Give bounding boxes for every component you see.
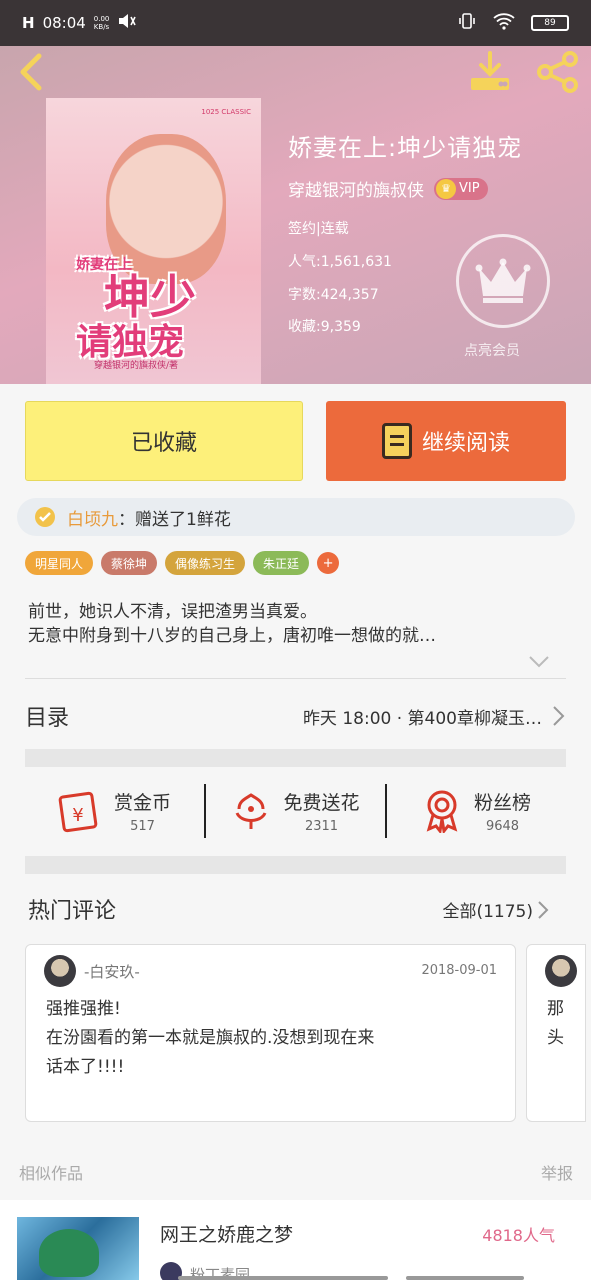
stat-value: 517 <box>130 819 155 834</box>
share-button[interactable] <box>534 48 582 96</box>
stat-label: 免费送花 <box>283 792 360 814</box>
status-bar: H 08:04 0.00 KB/s 89 <box>0 0 591 46</box>
reward-coins-button[interactable]: ¥ 赏金币 517 <box>25 788 204 834</box>
more-tags-button[interactable]: + <box>317 552 340 574</box>
favorite-button[interactable]: 已收藏 <box>25 401 303 481</box>
medal-icon <box>426 790 458 833</box>
crown-icon <box>475 258 531 303</box>
back-button[interactable] <box>8 48 56 96</box>
comment-card[interactable]: 那 头 <box>526 944 586 1122</box>
similar-popularity: 4818人气 <box>482 1226 555 1245</box>
comment-line: 话本了!!!! <box>46 1057 125 1077</box>
similar-cover <box>17 1217 139 1280</box>
book-cover[interactable]: 1025 CLASSIC 娇妻在上 坤少 请独宠 穿越银河的旟叔侠/著 <box>46 98 261 384</box>
all-comments-link[interactable]: 全部(1175) <box>442 897 549 922</box>
section-separator <box>25 749 566 767</box>
avatar[interactable] <box>44 955 76 987</box>
cover-subtitle: 穿越银河的旟叔侠/著 <box>94 361 179 371</box>
catalog-label: 目录 <box>25 706 70 731</box>
comment-line: 强推强推! <box>46 999 121 1019</box>
signal-indicator: H <box>22 14 35 32</box>
vip-badge: ♛ VIP <box>434 177 488 200</box>
synopsis-line: 前世，她识人不清，误把渣男当真爱。 <box>28 602 317 622</box>
scroll-indicator <box>178 1276 388 1280</box>
favorite-label: 已收藏 <box>130 431 197 456</box>
author-row: 穿越银河的旟叔侠 ♛ VIP <box>288 176 488 201</box>
chevron-down-icon <box>529 656 549 668</box>
scroll-indicator <box>406 1276 524 1280</box>
similar-works-label: 相似作品 <box>19 1164 84 1183</box>
download-icon <box>471 51 509 90</box>
continue-reading-button[interactable]: 继续阅读 <box>326 401 566 481</box>
comment-body: 那 头 <box>547 995 564 1053</box>
divider <box>25 678 566 679</box>
comments-title: 热门评论 <box>28 899 117 924</box>
comment-line: 在汾園看的第一本就是旟叔的.没想到现在来 <box>46 1028 375 1048</box>
section-separator <box>25 856 566 874</box>
gift-user: 白顷九 <box>67 509 118 530</box>
comment-line: 头 <box>547 1028 564 1048</box>
synopsis-line: 无意中附身到十八岁的自己身上，唐初唯一想做的就… <box>28 626 436 646</box>
similar-title: 网王之娇鹿之梦 <box>160 1224 294 1246</box>
red-envelope-icon: ¥ <box>58 791 98 833</box>
member-label: 点亮会员 <box>464 343 520 359</box>
chevron-right-icon <box>553 706 565 726</box>
stat-label: 赏金币 <box>113 792 171 814</box>
report-button[interactable]: 举报 <box>541 1160 573 1184</box>
gift-message: ：赠送了1鲜花 <box>118 509 231 530</box>
status-time: 08:04 <box>42 14 86 32</box>
battery-indicator: 89 <box>531 15 569 31</box>
vip-label: VIP <box>459 181 480 196</box>
fan-ranking-button[interactable]: 粉丝榜 9648 <box>387 788 566 834</box>
tag[interactable]: 偶像练习生 <box>165 551 246 575</box>
chevron-left-icon <box>20 53 42 91</box>
avatar <box>545 955 577 987</box>
share-icon <box>537 51 578 93</box>
gift-banner[interactable]: 白顷九 ：赠送了1鲜花 <box>17 498 575 536</box>
book-title: 娇妻在上:坤少请独宠 <box>288 134 523 162</box>
comment-line: 那 <box>547 999 564 1019</box>
catalog-row[interactable]: 目录 昨天 18:00 · 第400章柳凝玉… <box>25 690 566 742</box>
stat-label: 粉丝榜 <box>473 792 531 814</box>
wifi-icon <box>493 12 515 34</box>
mute-icon <box>117 11 137 35</box>
stat-value: 9648 <box>485 819 520 834</box>
stat-value: 2311 <box>304 819 339 834</box>
comment-user: -白安玖- <box>84 963 140 981</box>
crown-icon: ♛ <box>436 178 456 199</box>
svg-text:¥: ¥ <box>72 805 83 826</box>
flower-icon <box>35 507 55 527</box>
book-icon <box>381 423 412 459</box>
stats-row: ¥ 赏金币 517 免费送花 2311 粉丝榜 9648 <box>25 770 566 852</box>
author-name[interactable]: 穿越银河的旟叔侠 <box>288 176 424 201</box>
cover-title: 娇妻在上 坤少 请独宠 <box>76 258 246 362</box>
popularity: 人气:1,561,631 <box>288 254 392 270</box>
cover-title-line2: 请独宠 <box>76 321 185 363</box>
tag[interactable]: 朱正廷 <box>253 551 310 575</box>
flower-icon <box>236 793 267 829</box>
cover-publisher: 1025 CLASSIC <box>201 108 251 116</box>
read-label: 继续阅读 <box>421 431 510 456</box>
tag-list: 明星同人 蔡徐坤 偶像练习生 朱正廷 + <box>25 551 340 575</box>
vibrate-icon <box>457 11 477 35</box>
net-speed: 0.00 KB/s <box>93 15 110 31</box>
latest-chapter: 昨天 18:00 · 第400章柳凝玉… <box>302 708 542 729</box>
book-header: 1025 CLASSIC 娇妻在上 坤少 请独宠 穿越银河的旟叔侠/著 娇妻在上… <box>0 46 591 384</box>
comment-card[interactable]: -白安玖- 2018-09-01 强推强推! 在汾園看的第一本就是旟叔的.没想到… <box>25 944 516 1122</box>
synopsis[interactable]: 前世，她识人不清，误把渣男当真爱。 无意中附身到十八岁的自己身上，唐初唯一想做的… <box>28 600 568 648</box>
chevron-right-icon <box>538 900 549 919</box>
expand-synopsis-button[interactable] <box>528 654 550 673</box>
member-button[interactable] <box>456 234 550 328</box>
download-button[interactable] <box>466 48 514 96</box>
tag[interactable]: 明星同人 <box>25 551 94 575</box>
sign-status: 签约|连载 <box>288 221 349 237</box>
cover-title-line1: 坤少 <box>104 270 196 324</box>
comment-date: 2018-09-01 <box>421 963 497 978</box>
comment-body: 强推强推! 在汾園看的第一本就是旟叔的.没想到现在来 话本了!!!! <box>46 995 501 1082</box>
free-flower-button[interactable]: 免费送花 2311 <box>206 788 385 834</box>
all-comments-label: 全部(1175) <box>442 902 533 922</box>
favorites-count: 收藏:9,359 <box>288 319 361 335</box>
tag[interactable]: 蔡徐坤 <box>101 551 158 575</box>
word-count: 字数:424,357 <box>288 287 379 303</box>
